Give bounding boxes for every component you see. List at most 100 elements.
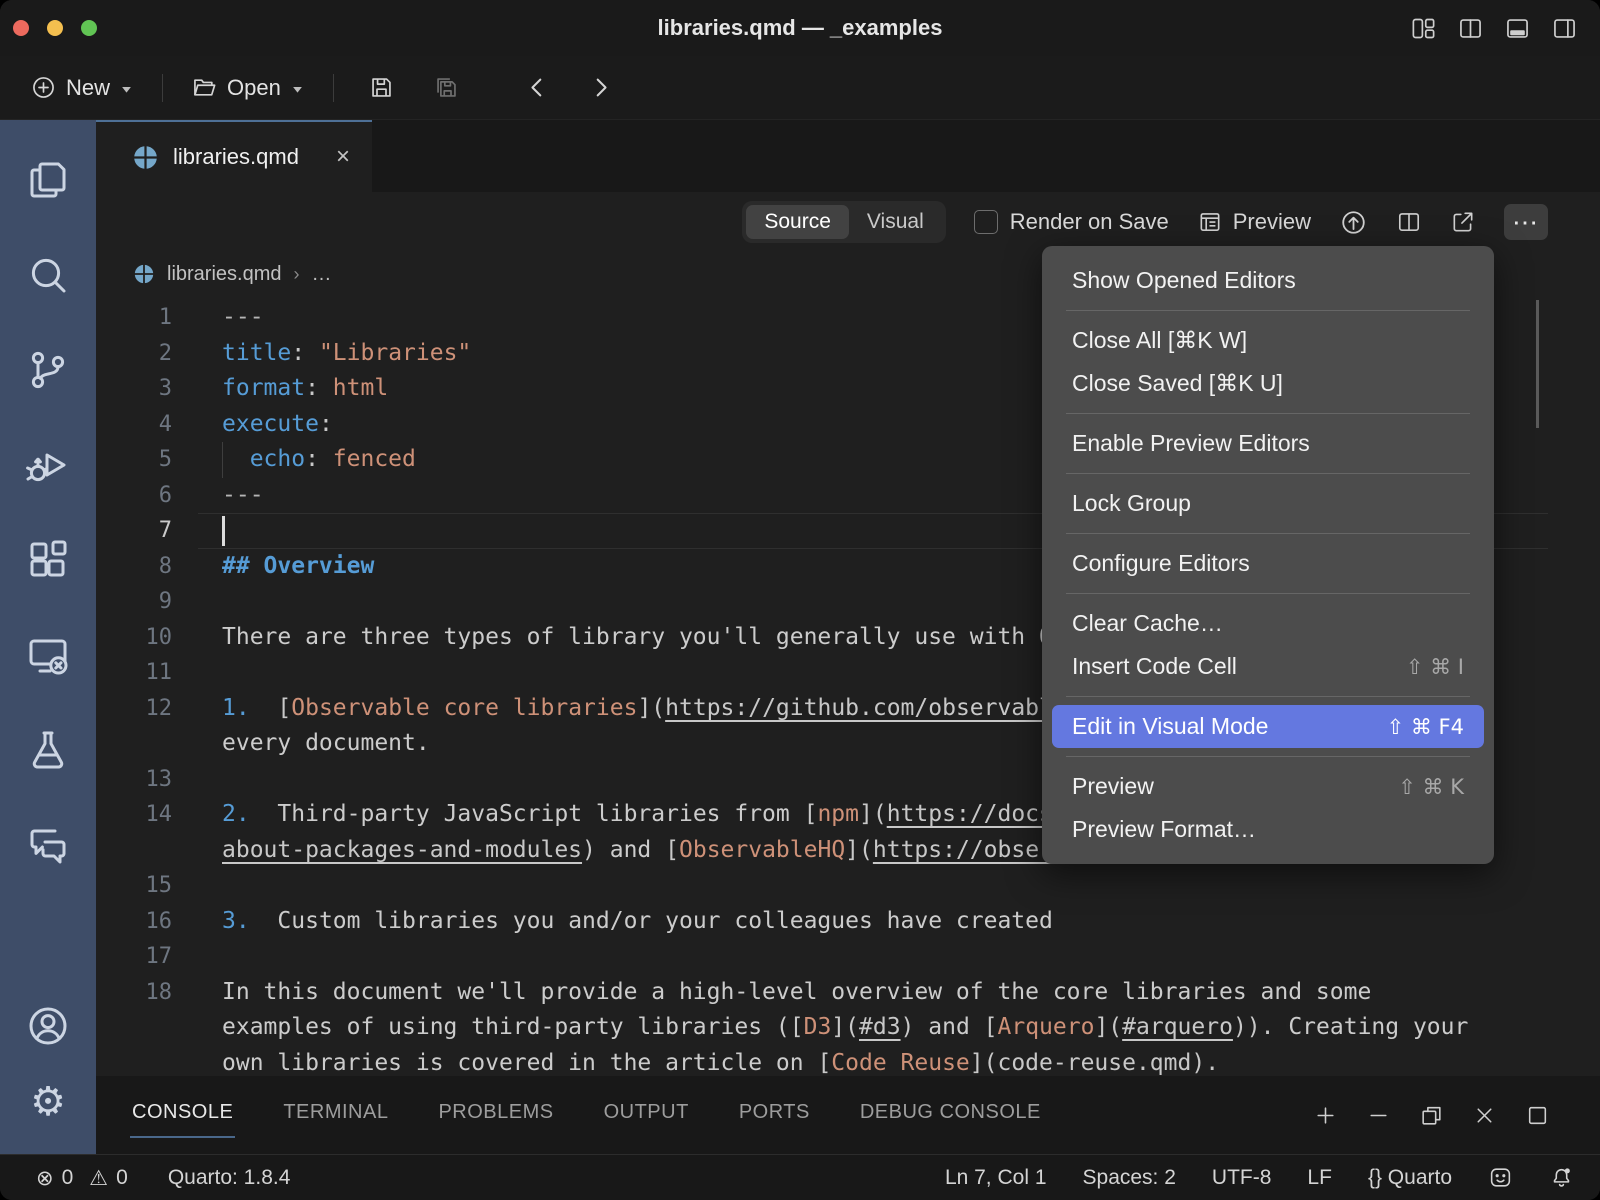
breadcrumb-file[interactable]: libraries.qmd <box>167 263 281 286</box>
code-text: --- <box>222 478 264 514</box>
menu-item-clear-cache[interactable]: Clear Cache… <box>1042 602 1494 645</box>
scrollbar-slider[interactable] <box>1536 300 1539 428</box>
breadcrumb-more[interactable]: … <box>311 263 331 286</box>
visual-mode-button[interactable]: Visual <box>849 205 942 239</box>
menu-item-show-opened-editors[interactable]: Show Opened Editors <box>1042 259 1494 302</box>
menu-item-lock-group[interactable]: Lock Group <box>1042 482 1494 525</box>
code-segment: [ <box>665 837 679 863</box>
panel-maximize-icon[interactable] <box>1525 1103 1550 1128</box>
activitybar-run-debug-icon[interactable] <box>24 441 72 489</box>
code-segment: Observable core libraries <box>291 695 637 721</box>
save-all-icon[interactable] <box>433 74 460 101</box>
menu-item-label: Clear Cache… <box>1072 610 1223 637</box>
render-on-save-checkbox[interactable]: Render on Save <box>974 209 1169 235</box>
code-segment: Arquero <box>998 1014 1095 1040</box>
code-text: --- <box>222 300 264 336</box>
line-number: 1 <box>96 300 172 336</box>
customize-layout-icon[interactable] <box>1410 15 1437 42</box>
quarto-file-icon <box>133 263 155 285</box>
panel-plus-icon[interactable] <box>1313 1103 1338 1128</box>
menu-item-label: Enable Preview Editors <box>1072 430 1310 457</box>
code-line[interactable]: 163. Custom libraries you and/or your co… <box>96 904 1600 940</box>
code-line[interactable]: 18In this document we'll provide a high-… <box>96 975 1600 1011</box>
code-segment: : <box>305 446 333 472</box>
panel-tab-debug-console[interactable]: DEBUG CONSOLE <box>858 1093 1043 1138</box>
line-number: 10 <box>96 620 172 656</box>
status-lf[interactable]: LF <box>1307 1166 1332 1190</box>
code-segment: ). <box>1191 1050 1219 1076</box>
panel-tab-terminal[interactable]: TERMINAL <box>281 1093 390 1138</box>
activitybar-search-icon[interactable] <box>24 251 72 299</box>
code-segment: Code Reuse <box>831 1050 969 1076</box>
activitybar-source-control-icon[interactable] <box>24 346 72 394</box>
save-icon[interactable] <box>368 74 395 101</box>
code-segment: : <box>305 375 333 401</box>
code-text: In this document we'll provide a high-le… <box>222 975 1371 1011</box>
source-mode-button[interactable]: Source <box>746 205 849 239</box>
menu-item-preview-format[interactable]: Preview Format… <box>1042 808 1494 851</box>
activitybar-explorer-icon[interactable] <box>24 156 72 204</box>
status-ln-7-col-1[interactable]: Ln 7, Col 1 <box>945 1166 1047 1190</box>
open-button[interactable]: Open <box>183 68 313 107</box>
code-line[interactable]: 17 <box>96 939 1600 975</box>
menu-item-close-saved-k-u[interactable]: Close Saved [⌘K U] <box>1042 362 1494 405</box>
panel-tab-bar: CONSOLE TERMINAL PROBLEMS OUTPUT PORTS DEBUG … <box>96 1076 1600 1154</box>
activitybar-testing-icon[interactable] <box>24 726 72 774</box>
toggle-panel-icon[interactable] <box>1504 15 1531 42</box>
status-spaces-2[interactable]: Spaces: 2 <box>1083 1166 1176 1190</box>
code-segment: ObservableHQ <box>679 837 845 863</box>
menu-item-close-all-k-w[interactable]: Close All [⌘K W] <box>1042 319 1494 362</box>
panel-close-icon[interactable] <box>1472 1103 1497 1128</box>
activitybar-sessions-icon[interactable] <box>24 631 72 679</box>
menu-item-enable-preview-editors[interactable]: Enable Preview Editors <box>1042 422 1494 465</box>
error-icon: ⊗ <box>36 1166 54 1190</box>
tab-label: libraries.qmd <box>173 144 322 170</box>
code-text: title: "Libraries" <box>222 336 471 372</box>
preview-button[interactable]: Preview <box>1197 209 1311 235</box>
quarto-version-status[interactable]: Quarto: 1.8.4 <box>168 1166 291 1190</box>
panel-tab-ports[interactable]: PORTS <box>737 1093 812 1138</box>
menu-item-configure-editors[interactable]: Configure Editors <box>1042 542 1494 585</box>
editor-action-bar: Source Visual Render on Save Preview ⋯ <box>96 192 1600 252</box>
panel-tab-problems[interactable]: PROBLEMS <box>436 1093 555 1138</box>
open-in-new-window-icon[interactable] <box>1450 209 1476 235</box>
panel-minus-icon[interactable] <box>1366 1103 1391 1128</box>
activitybar-extensions-icon[interactable] <box>24 536 72 584</box>
split-editor-icon[interactable] <box>1457 15 1484 42</box>
code-line[interactable]: examples of using third-party libraries … <box>96 1010 1600 1046</box>
code-segment: format <box>222 375 305 401</box>
panel-tab-console[interactable]: CONSOLE <box>130 1093 235 1138</box>
notifications-bell-icon[interactable] <box>1549 1165 1574 1190</box>
status-quarto[interactable]: {} Quarto <box>1368 1166 1452 1190</box>
menu-item-edit-in-visual-mode[interactable]: Edit in Visual Mode⇧ ⌘ F4 <box>1052 705 1484 748</box>
app-window: libraries.qmd — _examples New Open <box>0 0 1600 1200</box>
panel-tab-output[interactable]: OUTPUT <box>602 1093 691 1138</box>
problems-status[interactable]: ⊗ 0 ⚠ 0 <box>36 1166 128 1190</box>
code-line[interactable]: 15 <box>96 868 1600 904</box>
more-actions-button[interactable]: ⋯ <box>1504 204 1548 240</box>
status-utf-8[interactable]: UTF-8 <box>1212 1166 1272 1190</box>
code-segment: [ <box>277 695 291 721</box>
render-icon[interactable] <box>1339 208 1368 237</box>
menu-item-preview[interactable]: Preview⇧ ⌘ K <box>1042 765 1494 808</box>
activitybar-account-icon[interactable] <box>24 1002 72 1050</box>
line-number: 2 <box>96 336 172 372</box>
new-button[interactable]: New <box>22 68 142 107</box>
menu-divider <box>1066 533 1470 534</box>
code-segment: "Libraries" <box>319 340 471 366</box>
code-text: There are three types of library you'll … <box>222 620 1136 656</box>
code-line[interactable]: own libraries is covered in the article … <box>96 1046 1600 1077</box>
navigate-forward-icon[interactable] <box>587 74 614 101</box>
menu-item-insert-code-cell[interactable]: Insert Code Cell⇧ ⌘ I <box>1042 645 1494 688</box>
navigate-back-icon[interactable] <box>524 74 551 101</box>
preview-doc-icon <box>1197 209 1223 235</box>
toggle-secondary-sidebar-icon[interactable] <box>1551 15 1578 42</box>
feedback-smiley-icon[interactable] <box>1488 1165 1513 1190</box>
panel-restore-icon[interactable] <box>1419 1103 1444 1128</box>
code-segment: ]( <box>970 1050 998 1076</box>
activitybar-comments-icon[interactable] <box>24 821 72 869</box>
tab-libraries-qmd[interactable]: libraries.qmd × <box>96 120 372 192</box>
split-editor-icon[interactable] <box>1396 209 1422 235</box>
close-tab-icon[interactable]: × <box>336 145 350 169</box>
activitybar-settings-icon[interactable]: ⚙ <box>24 1078 72 1126</box>
